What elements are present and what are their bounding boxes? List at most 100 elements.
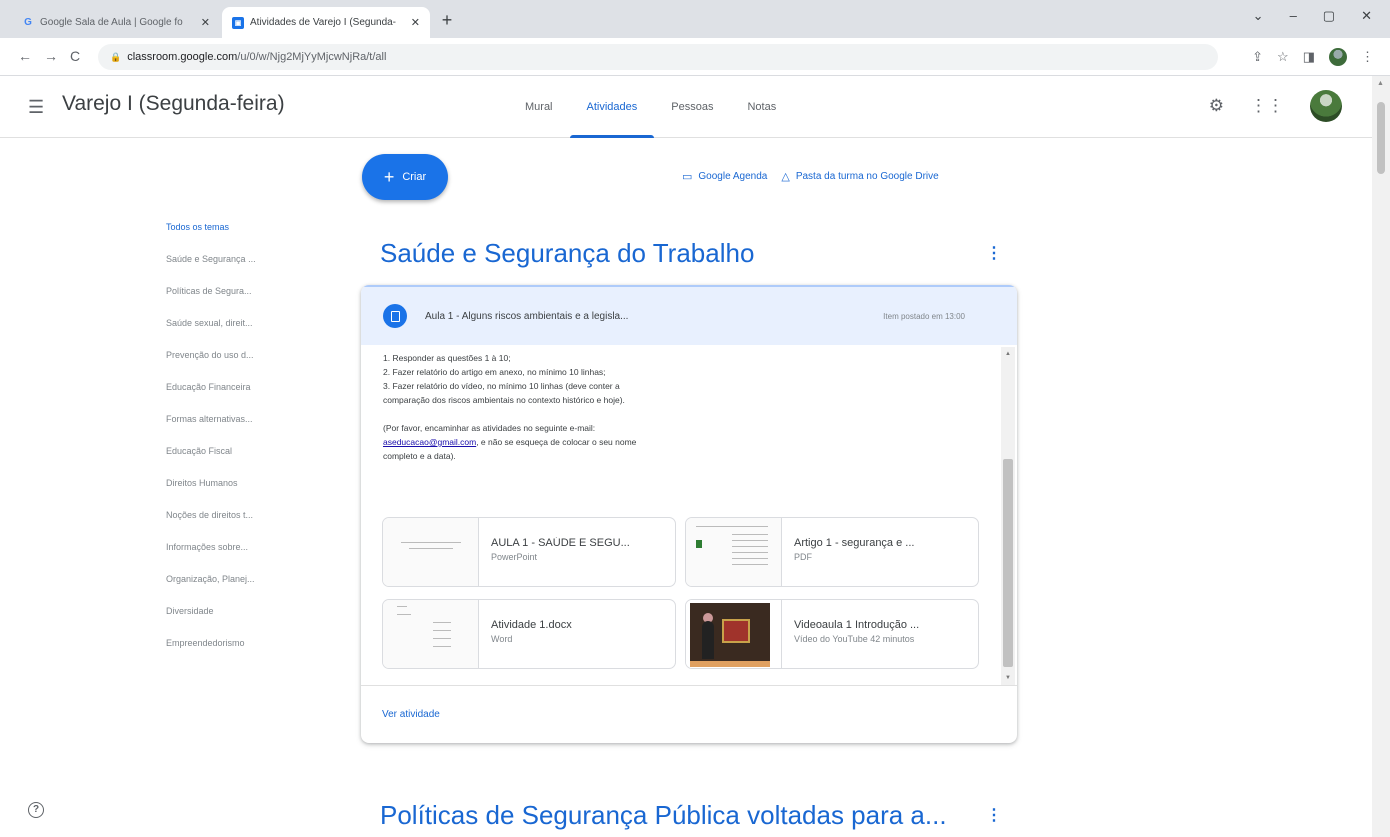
description-scrollbar-thumb[interactable] (1003, 459, 1013, 667)
back-arrow-icon[interactable]: ← (18, 48, 32, 64)
description-line: aseducacao@gmail.com, e não se esqueça d… (383, 435, 983, 449)
topic-item[interactable]: Políticas de Segura... (166, 286, 296, 318)
share-icon[interactable]: ⇪ (1252, 49, 1263, 65)
menu-icon[interactable]: ☰ (28, 97, 44, 118)
create-button[interactable]: + Criar (362, 154, 448, 200)
topic-item[interactable]: Saúde sexual, direit... (166, 318, 296, 350)
calendar-link-label: Google Agenda (698, 171, 768, 182)
close-tab-icon[interactable]: ✕ (411, 16, 420, 29)
description-line: 2. Fazer relatório do artigo em anexo, n… (383, 367, 606, 377)
topic-item[interactable]: Empreendedorismo (166, 638, 296, 670)
google-icon: G (24, 17, 32, 28)
calendar-icon: ▭ (682, 171, 693, 183)
scroll-down-arrow-icon[interactable]: ▼ (1005, 675, 1011, 681)
url-path: /u/0/w/Njg2MjYyMjcwNjRa/t/all (237, 51, 387, 63)
attachment-name: Atividade 1.docx (491, 619, 572, 631)
forward-arrow-icon[interactable]: → (44, 48, 58, 64)
email-suffix: , e não se esqueça de colocar o seu nome (476, 437, 637, 447)
topic-item[interactable]: Educação Fiscal (166, 446, 296, 478)
assignment-date: Item postado em 13:00 (883, 311, 965, 321)
tab-mural[interactable]: Mural (508, 76, 570, 138)
create-label: Criar (402, 171, 427, 183)
browser-toolbar: ← → C 🔒 classroom.google.com/u/0/w/Njg2M… (0, 38, 1390, 76)
minimize-button[interactable]: – (1290, 8, 1297, 24)
pdf-thumbnail (686, 518, 782, 586)
topic-item[interactable]: Noções de direitos t... (166, 510, 296, 542)
description-line: 1. Responder as questões 1 à 10; (383, 353, 511, 363)
assignment-title[interactable]: Aula 1 - Alguns riscos ambientais e a le… (425, 311, 725, 322)
topics-list: Todos os temas Saúde e Segurança ... Pol… (166, 222, 296, 670)
plus-icon: + (383, 167, 395, 187)
settings-gear-icon[interactable]: ⚙ (1209, 96, 1224, 116)
maximize-button[interactable]: ▢ (1323, 8, 1335, 24)
topic-item[interactable]: Formas alternativas... (166, 414, 296, 446)
page-scrollbar[interactable]: ▲ (1372, 76, 1390, 837)
more-options-icon[interactable]: ⋮ (986, 805, 1002, 825)
assignment-header[interactable]: Aula 1 - Alguns riscos ambientais e a le… (361, 285, 1017, 345)
bookmark-star-icon[interactable]: ☆ (1277, 49, 1289, 65)
description-line: completo e a data). (383, 451, 456, 461)
reload-icon[interactable]: C (70, 48, 80, 64)
attachment-youtube[interactable]: Videoaula 1 Introdução ... Vídeo do YouT… (685, 599, 979, 669)
sidepanel-icon[interactable]: ◨ (1303, 49, 1315, 65)
toolbar-icons: ⇪ ☆ ◨ ⋮ (1252, 48, 1374, 66)
topic-item[interactable]: Diversidade (166, 606, 296, 638)
profile-avatar[interactable] (1329, 48, 1347, 66)
classroom-icon: ▣ (232, 16, 244, 29)
topic-item[interactable]: Saúde e Segurança ... (166, 254, 296, 286)
scroll-up-arrow-icon[interactable]: ▲ (1005, 351, 1011, 357)
topic-item[interactable]: Prevenção do uso d... (166, 350, 296, 382)
view-assignment-link[interactable]: Ver atividade (382, 709, 440, 720)
drive-folder-link[interactable]: △ Pasta da turma no Google Drive (781, 170, 938, 183)
tab-title: Google Sala de Aula | Google fo (40, 17, 183, 28)
assignment-icon (383, 304, 407, 328)
tab-atividades[interactable]: Atividades (569, 76, 655, 138)
scroll-up-arrow-icon[interactable]: ▲ (1377, 80, 1384, 87)
attachment-type: PDF (794, 552, 812, 562)
browser-tab-classroom-home[interactable]: G Google Sala de Aula | Google fo ✕ (12, 7, 220, 38)
close-window-button[interactable]: ✕ (1361, 8, 1372, 24)
close-tab-icon[interactable]: ✕ (201, 16, 210, 29)
topic-item[interactable]: Organização, Planej... (166, 574, 296, 606)
attachment-powerpoint[interactable]: AULA 1 - SAÚDE E SEGU... PowerPoint (382, 517, 676, 587)
description-line: (Por favor, encaminhar as atividades no … (383, 423, 596, 433)
video-thumbnail (686, 600, 782, 668)
description-line: 3. Fazer relatório do vídeo, no mínimo 1… (383, 381, 620, 391)
attachment-pdf[interactable]: Artigo 1 - segurança e ... PDF (685, 517, 979, 587)
address-bar[interactable]: 🔒 classroom.google.com/u/0/w/Njg2MjYyMjc… (98, 44, 1218, 70)
tab-search-icon[interactable]: ⌄ (1253, 8, 1264, 24)
attachment-type: Vídeo do YouTube 42 minutos (794, 634, 915, 644)
google-calendar-link[interactable]: ▭ Google Agenda (682, 170, 767, 183)
drive-icon: △ (781, 171, 790, 183)
attachment-type: Word (491, 634, 513, 644)
user-avatar[interactable] (1310, 90, 1342, 122)
browser-menu-icon[interactable]: ⋮ (1361, 49, 1374, 65)
header-actions: ⚙ ⋮⋮ (1209, 90, 1342, 122)
help-icon[interactable]: ? (28, 802, 44, 818)
attachment-name: Videoaula 1 Introdução ... (794, 619, 920, 631)
page-scrollbar-thumb[interactable] (1377, 102, 1385, 174)
new-tab-button[interactable]: + (436, 10, 458, 31)
topic-heading[interactable]: Políticas de Segurança Pública voltadas … (380, 800, 947, 831)
description-scrollbar[interactable]: ▲ ▼ (1001, 347, 1015, 685)
more-options-icon[interactable]: ⋮ (986, 243, 1002, 263)
url-host: classroom.google.com (127, 51, 238, 63)
apps-grid-icon[interactable]: ⋮⋮ (1250, 96, 1284, 116)
topic-item[interactable]: Educação Financeira (166, 382, 296, 414)
tab-notas[interactable]: Notas (730, 76, 793, 138)
attachment-type: PowerPoint (491, 552, 538, 562)
assignment-description: 1. Responder as questões 1 à 10; 2. Faze… (383, 351, 983, 463)
class-links: ▭ Google Agenda △ Pasta da turma no Goog… (682, 170, 939, 183)
topic-heading[interactable]: Saúde e Segurança do Trabalho (380, 238, 754, 269)
browser-tab-atividades[interactable]: ▣ Atividades de Varejo I (Segunda- ✕ (222, 7, 430, 38)
topic-item[interactable]: Direitos Humanos (166, 478, 296, 510)
topic-item[interactable]: Todos os temas (166, 222, 296, 254)
email-link[interactable]: aseducacao@gmail.com (383, 437, 476, 447)
topic-item[interactable]: Informações sobre... (166, 542, 296, 574)
tab-pessoas[interactable]: Pessoas (654, 76, 730, 138)
attachment-word[interactable]: Atividade 1.docx Word (382, 599, 676, 669)
tab-title: Atividades de Varejo I (Segunda- (250, 17, 397, 28)
class-title[interactable]: Varejo I (Segunda-feira) (62, 92, 285, 116)
lock-icon: 🔒 (110, 51, 122, 62)
